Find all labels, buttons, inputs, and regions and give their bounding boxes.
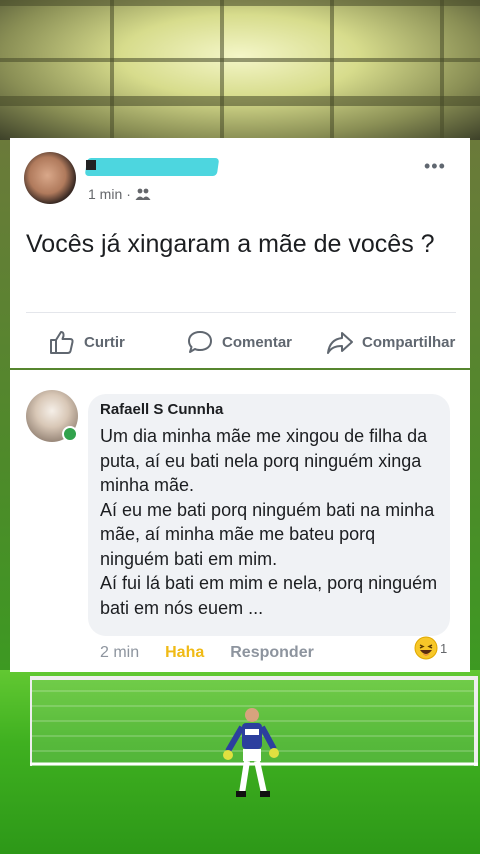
thumbs-up-icon	[50, 331, 74, 354]
like-button[interactable]: Curtir	[48, 326, 125, 358]
divider	[26, 312, 456, 313]
comment-footer: 2 min Haha Responder	[100, 644, 314, 662]
post-author-avatar[interactable]	[24, 152, 76, 204]
comment-label: Comentar	[222, 333, 293, 351]
comment-time: 2 min	[100, 644, 140, 661]
like-label: Curtir	[84, 333, 125, 351]
reaction-count: 1	[440, 640, 448, 656]
post-actions: Curtir Comentar Compartilhar	[26, 326, 466, 358]
comment-author[interactable]: Rafaell S Cunnha	[100, 401, 223, 418]
reply-button[interactable]: Responder	[230, 644, 314, 662]
laughing-emoji-icon	[414, 636, 438, 660]
comment-button[interactable]: Comentar	[186, 326, 292, 358]
reaction-summary[interactable]: 1	[414, 636, 447, 660]
post-text: Vocês já xingaram a mãe de vocês ?	[26, 230, 435, 258]
haha-reaction-button[interactable]: Haha	[165, 644, 204, 662]
goalkeeper-figure	[223, 708, 279, 797]
comment-bubble-icon	[188, 331, 212, 353]
post-meta: 1 min ·	[88, 186, 151, 202]
share-label: Compartilhar	[362, 333, 456, 351]
redacted-author-name	[84, 158, 220, 176]
online-status-dot	[62, 426, 78, 442]
author-name-fragment	[86, 160, 96, 170]
comment-text: Um dia minha mãe me xingou de filha da p…	[100, 426, 438, 618]
friends-icon	[135, 188, 151, 200]
share-button[interactable]: Compartilhar	[326, 326, 455, 358]
separator-dot: ·	[126, 186, 131, 202]
stadium-roof	[0, 0, 480, 140]
share-arrow-icon	[327, 332, 353, 354]
more-options-icon[interactable]: •••	[424, 156, 446, 177]
post-time: 1 min	[88, 186, 123, 202]
